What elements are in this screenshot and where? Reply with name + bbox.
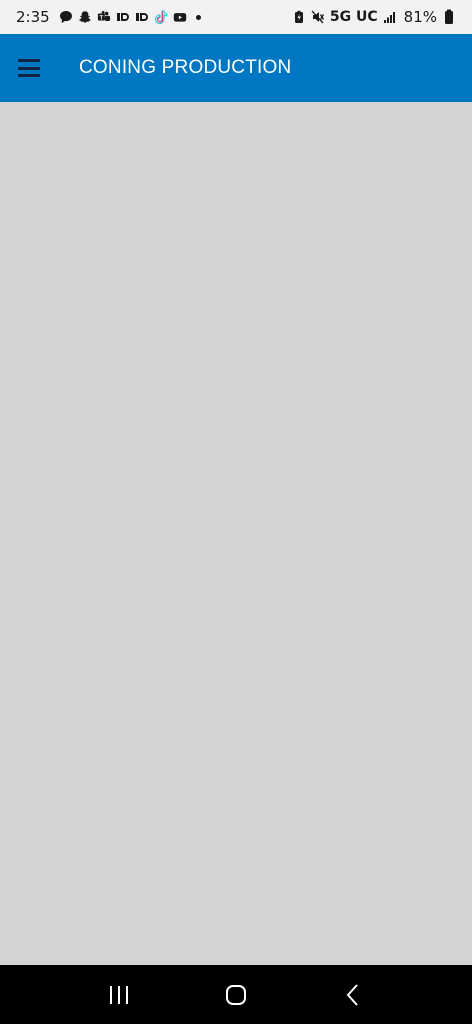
teams-icon [97, 10, 111, 24]
home-button[interactable] [216, 975, 256, 1015]
status-time: 2:35 [16, 8, 50, 26]
status-right: 5G UC 81% [292, 8, 456, 26]
youtube-icon [173, 10, 187, 24]
status-bar: 2:35 5G UC 81% [0, 0, 472, 34]
back-icon [346, 983, 359, 1006]
hamburger-icon [18, 59, 40, 62]
tiktok-icon [154, 10, 168, 24]
battery-saver-icon [292, 10, 306, 24]
status-left: 2:35 [16, 8, 201, 26]
id-icon [135, 10, 149, 24]
menu-button[interactable] [18, 59, 40, 77]
chat-icon [59, 10, 73, 24]
id-icon [116, 10, 130, 24]
recents-icon [109, 985, 128, 1004]
home-icon [225, 984, 246, 1005]
battery-icon [442, 9, 456, 24]
snapchat-icon [78, 10, 92, 24]
battery-percent: 81% [403, 8, 437, 26]
recents-button[interactable] [99, 975, 139, 1015]
main-content [0, 102, 472, 965]
mute-icon [311, 10, 325, 24]
signal-icon [383, 10, 397, 24]
network-label: 5G UC [329, 9, 378, 25]
app-title: CONING PRODUCTION [79, 57, 292, 78]
system-nav-bar [0, 965, 472, 1024]
app-bar: CONING PRODUCTION [0, 34, 472, 102]
dot-icon [195, 14, 201, 20]
back-button[interactable] [333, 975, 373, 1015]
